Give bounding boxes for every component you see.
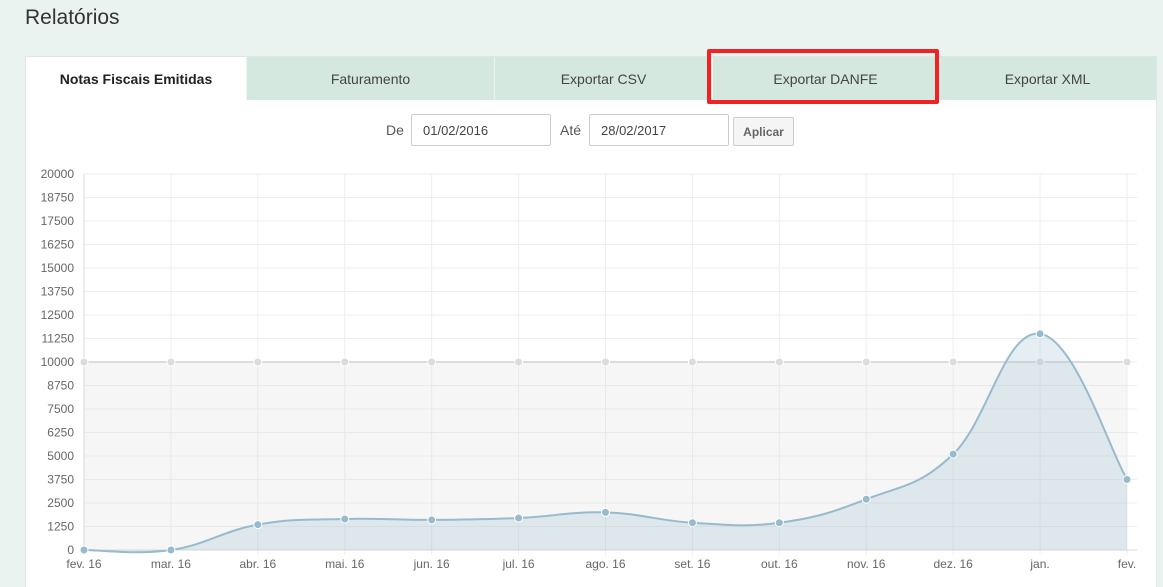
data-point [861,357,871,367]
y-tick-label: 5000 [47,449,74,463]
data-point [601,357,610,367]
notas-fiscais-chart: 0 1250 2500 3750 5000 6250 7500 8750 10000 11250 1… [41,167,1137,571]
x-tick-label: jan. [1029,557,1049,571]
y-tick-label: 10000 [41,355,75,369]
data-point [427,515,437,525]
data-point [79,357,89,367]
data-point [774,518,784,528]
data-point [514,357,524,367]
x-tick-label: mar. 16 [151,557,191,571]
y-tick-label: 0 [67,543,74,557]
x-tick-label: abr. 16 [239,557,276,571]
y-tick-label: 11250 [42,332,75,346]
x-tick-label: ago. 16 [585,557,625,571]
data-point [253,357,263,367]
data-point [340,514,350,524]
data-point [253,520,263,530]
y-tick-label: 3750 [47,473,74,487]
data-point [1035,329,1045,339]
data-point [687,357,697,367]
data-point [601,507,610,517]
data-point [687,518,697,528]
y-tick-label: 20000 [41,167,75,181]
x-tick-label: jun. 16 [413,557,450,571]
data-point [514,513,524,523]
data-point [861,494,871,504]
data-point [948,357,958,367]
y-tick-label: 7500 [47,402,74,416]
y-tick-label: 15000 [41,261,75,275]
y-tick-label: 2500 [47,496,74,510]
y-tick-label: 16250 [41,238,75,252]
data-point [774,357,784,367]
data-point [166,545,176,555]
x-tick-label: jul. 16 [502,557,535,571]
data-point [166,357,176,367]
y-tick-label: 17500 [41,214,75,228]
data-point [1122,475,1132,484]
y-tick-label: 12500 [41,308,75,322]
data-point [427,357,437,367]
y-tick-label: 1250 [47,520,74,534]
y-tick-label: 13750 [41,285,75,299]
data-point [79,545,89,555]
data-point [948,449,958,459]
y-tick-label: 8750 [47,379,74,393]
x-tick-label: out. 16 [761,557,798,571]
y-tick-label: 18750 [41,191,75,205]
data-point [340,357,350,367]
x-tick-label: fev. 16 [66,557,101,571]
x-tick-label: nov. 16 [847,557,886,571]
x-tick-label: set. 16 [674,557,710,571]
data-point [1122,357,1132,367]
x-tick-label: mai. 16 [325,557,365,571]
y-tick-label: 6250 [47,426,74,440]
x-tick-label: fev. [1118,557,1136,571]
x-tick-label: dez. 16 [933,557,973,571]
